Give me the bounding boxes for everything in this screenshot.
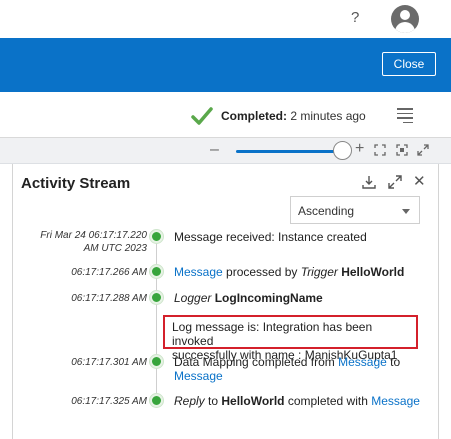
download-icon[interactable]	[362, 175, 376, 189]
message-link[interactable]: Message	[338, 355, 387, 369]
event-timestamp: 06:17:17.288 AM	[71, 293, 147, 304]
top-header: ?	[0, 0, 451, 38]
event-text: Reply to HelloWorld completed with Messa…	[174, 394, 420, 408]
event-timestamp: 06:17:17.325 AM	[71, 396, 147, 407]
sort-order-select[interactable]: Ascending	[290, 196, 420, 224]
help-icon[interactable]: ?	[351, 9, 359, 26]
zoom-in-icon[interactable]: +	[355, 140, 364, 158]
close-panel-icon[interactable]: ✕	[413, 172, 426, 190]
event-text: Message received: Instance created	[174, 230, 367, 244]
avatar-head	[400, 10, 410, 20]
chevron-down-icon	[402, 209, 410, 214]
menu-icon[interactable]	[397, 108, 413, 123]
status-bar: Completed: 2 minutes ago	[0, 92, 451, 138]
status-dot-icon	[150, 394, 163, 407]
zoom-slider-handle[interactable]	[333, 141, 352, 160]
close-button[interactable]: Close	[382, 52, 436, 76]
page-toolbar: Close	[0, 38, 451, 92]
status-value: 2 minutes ago	[290, 109, 366, 123]
sort-order-value: Ascending	[298, 204, 355, 218]
status-text: Completed: 2 minutes ago	[221, 109, 366, 123]
message-link[interactable]: Message	[371, 394, 420, 408]
status-dot-icon	[150, 265, 163, 278]
user-avatar-icon[interactable]	[391, 5, 419, 33]
event-timestamp: 06:17:17.266 AM	[71, 267, 147, 278]
focus-icon[interactable]	[396, 144, 408, 156]
status-dot-icon	[150, 230, 163, 243]
event-text: Message processed by Trigger HelloWorld	[174, 265, 405, 279]
zoom-out-icon[interactable]: –	[210, 141, 219, 159]
log-message-box: Log message is: Integration has been inv…	[163, 315, 418, 362]
event-timestamp: Fri Mar 24 06:17:17.220 AM UTC 2023	[40, 230, 147, 254]
avatar-body	[395, 22, 415, 33]
activity-stream-panel: Activity Stream ✕ Ascending Fri Mar 24 0…	[12, 164, 439, 439]
panel-title: Activity Stream	[21, 175, 131, 192]
event-text: Data Mapping completed from Message to M…	[174, 355, 401, 383]
expand-panel-icon[interactable]	[388, 175, 402, 189]
status-dot-icon	[150, 291, 163, 304]
check-icon	[191, 107, 213, 125]
zoom-bar: – +	[0, 138, 451, 164]
status-label: Completed:	[221, 109, 287, 123]
expand-icon[interactable]	[417, 144, 429, 156]
message-link[interactable]: Message	[174, 265, 223, 279]
fit-to-screen-icon[interactable]	[374, 144, 386, 156]
zoom-slider-track[interactable]	[236, 150, 344, 153]
status-dot-icon	[150, 355, 163, 368]
event-text: Logger LogIncomingName	[174, 291, 323, 305]
event-timestamp: 06:17:17.301 AM	[71, 357, 147, 368]
message-link[interactable]: Message	[174, 369, 223, 383]
